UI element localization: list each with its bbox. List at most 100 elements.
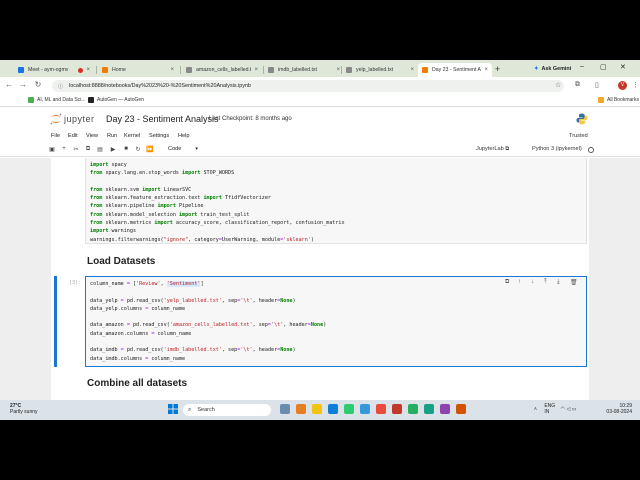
python-logo-icon xyxy=(576,113,588,125)
app-icon[interactable] xyxy=(408,404,418,414)
code-line: from sklearn.metrics import accuracy_sco… xyxy=(90,220,345,227)
browser-tab[interactable]: imdb_labelled.txt × xyxy=(264,63,344,77)
wifi-icon[interactable]: ◠ xyxy=(561,406,565,412)
kernel-status-icon xyxy=(588,147,594,153)
close-icon[interactable]: × xyxy=(170,67,174,73)
close-window-icon[interactable]: ✕ xyxy=(620,63,626,71)
menu-help[interactable]: Help xyxy=(178,133,190,139)
menu-file[interactable]: File xyxy=(51,133,60,139)
maximize-icon[interactable]: ▢ xyxy=(600,63,607,71)
move-down-icon[interactable]: ↓ xyxy=(531,279,534,285)
trusted-indicator[interactable]: Trusted xyxy=(569,133,588,139)
duplicate-cell-icon[interactable]: ⧉ xyxy=(505,279,509,286)
close-icon[interactable]: × xyxy=(254,67,258,73)
add-cell-icon[interactable]: + xyxy=(60,146,68,152)
code-line: import spacy xyxy=(90,162,127,168)
kernel-name[interactable]: Python 3 (ipykernel) xyxy=(532,146,582,152)
code-line: from sklearn.pipeline import Pipeline xyxy=(90,203,204,210)
bookmark-item[interactable]: AutoGen — AutoGen xyxy=(88,97,144,103)
taskbar-search[interactable]: ⌕ Search xyxy=(183,404,271,416)
menu-run[interactable]: Run xyxy=(107,133,117,139)
heading-combine-datasets: Combine all datasets xyxy=(87,378,188,389)
close-icon[interactable]: × xyxy=(336,67,340,73)
weather-widget[interactable]: 27°C Partly sunny xyxy=(10,403,38,415)
volume-icon[interactable]: ◁ xyxy=(566,406,570,412)
bookmark-star-icon[interactable]: ☆ xyxy=(555,81,561,89)
bookmark-item[interactable]: AI, ML and Data Sci... xyxy=(28,97,85,103)
code-line: data_yelp = pd.read_csv('yelp_labelled.t… xyxy=(90,297,296,304)
cut-icon[interactable]: ✂ xyxy=(72,146,80,153)
move-up-icon[interactable]: ↑ xyxy=(518,279,521,285)
address-bar[interactable]: ⓘ localhost:8888/notebooks/Day%2023%20-%… xyxy=(52,80,564,92)
browser-tab[interactable]: amazon_cells_labelled.t × xyxy=(182,63,262,77)
jupyter-logo-icon[interactable] xyxy=(50,113,62,125)
weather-desc: Partly sunny xyxy=(10,409,38,415)
folder-icon xyxy=(598,97,604,103)
chrome-icon[interactable] xyxy=(376,404,386,414)
cell-type-select[interactable]: Code ▾ xyxy=(168,146,198,152)
file-explorer-icon[interactable] xyxy=(312,404,322,414)
store-icon[interactable] xyxy=(344,404,354,414)
close-icon[interactable]: × xyxy=(484,67,488,73)
notebook-title[interactable]: Day 23 - Sentiment Analysis xyxy=(106,114,219,124)
all-bookmarks[interactable]: All Bookmarks xyxy=(598,97,639,103)
jupyterlab-link[interactable]: JupyterLab ⧉ xyxy=(476,146,509,153)
app-icon[interactable] xyxy=(424,404,434,414)
profile-avatar[interactable]: V xyxy=(618,81,627,90)
doc-icon xyxy=(346,67,352,73)
browser-tab[interactable]: yelp_labelled.txt × xyxy=(342,63,418,77)
ask-gemini-button[interactable]: ✦ Ask Gemini xyxy=(530,64,575,74)
notebook-area[interactable]: import spacy from spacy.lang.en.stop_wor… xyxy=(0,158,640,400)
extensions-icon[interactable]: ⧉ xyxy=(575,81,580,89)
restart-icon[interactable]: ↻ xyxy=(134,146,142,153)
paste-icon[interactable]: ▤ xyxy=(96,146,104,153)
app-icon[interactable] xyxy=(392,404,402,414)
menu-view[interactable]: View xyxy=(86,133,98,139)
tab-title: Meet - aym-ogmv xyxy=(28,67,69,73)
code-cell-imports[interactable]: import spacy from spacy.lang.en.stop_wor… xyxy=(85,158,587,244)
close-icon[interactable]: × xyxy=(410,67,414,73)
url-text: localhost:8888/notebooks/Day%2023%20-%20… xyxy=(69,83,251,89)
delete-cell-icon[interactable]: 🗑 xyxy=(570,279,578,286)
app-icon[interactable] xyxy=(456,404,466,414)
task-view-icon[interactable] xyxy=(280,404,290,414)
mail-icon[interactable] xyxy=(360,404,370,414)
app-icon[interactable] xyxy=(440,404,450,414)
menu-icon[interactable]: ⋮ xyxy=(632,81,639,89)
bookmark-label: AI, ML and Data Sci... xyxy=(37,97,86,103)
chevron-up-icon[interactable]: ˄ xyxy=(534,406,537,412)
menu-kernel[interactable]: Kernel xyxy=(124,133,140,139)
insert-above-icon[interactable]: ⤒ xyxy=(544,279,547,286)
site-info-icon[interactable]: ⓘ xyxy=(58,83,63,90)
code-cell-load[interactable]: [3]: column_name = ['Review', 'Sentiment… xyxy=(51,276,589,368)
battery-icon[interactable]: ▭ xyxy=(572,406,577,412)
sidepanel-icon[interactable]: ▯ xyxy=(595,81,599,89)
minimize-icon[interactable]: – xyxy=(580,63,584,70)
browser-tab[interactable]: Home × xyxy=(98,63,178,77)
close-icon[interactable]: × xyxy=(86,67,90,73)
insert-below-icon[interactable]: ⤓ xyxy=(557,279,560,286)
teams-icon[interactable] xyxy=(296,404,306,414)
browser-tab[interactable]: Meet - aym-ogmv × xyxy=(14,63,94,77)
edge-icon[interactable] xyxy=(328,404,338,414)
system-tray[interactable]: ˄ ENG IN ◠ ◁ ▭ xyxy=(534,403,576,415)
search-icon: ⌕ xyxy=(188,406,192,413)
menu-edit[interactable]: Edit xyxy=(68,133,78,139)
code-line: from sklearn.svm import LinearSVC xyxy=(90,186,192,193)
reload-icon[interactable]: ↻ xyxy=(33,80,43,89)
stop-icon[interactable]: ■ xyxy=(122,146,130,152)
code-editor[interactable]: column_name = ['Review', 'Sentiment'] da… xyxy=(85,276,587,367)
fast-forward-icon[interactable]: ⏩ xyxy=(146,146,154,153)
clock[interactable]: 10:29 03-08-2024 xyxy=(602,403,632,415)
menu-settings[interactable]: Settings xyxy=(149,133,169,139)
run-icon[interactable]: ▶ xyxy=(109,146,117,153)
new-tab-button[interactable]: + xyxy=(495,64,500,74)
language-indicator[interactable]: ENG IN xyxy=(544,403,555,415)
browser-tab-active[interactable]: Day 23 - Sentiment A × xyxy=(418,63,492,77)
forward-icon[interactable]: → xyxy=(18,80,28,89)
save-icon[interactable]: ▣ xyxy=(48,146,56,153)
back-icon[interactable]: ← xyxy=(4,80,14,89)
windows-start-icon[interactable] xyxy=(168,404,178,414)
execution-count: [3]: xyxy=(69,280,82,286)
copy-icon[interactable]: ⧉ xyxy=(84,146,92,153)
